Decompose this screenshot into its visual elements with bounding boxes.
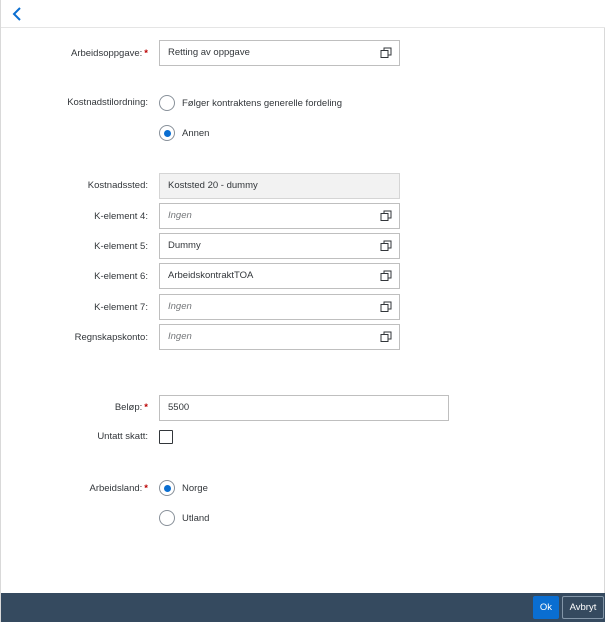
value-help-icon[interactable] bbox=[380, 301, 392, 313]
cancel-button[interactable]: Avbryt bbox=[562, 596, 604, 619]
k-element-5-label: K-element 5: bbox=[94, 241, 148, 252]
value-help-icon[interactable] bbox=[380, 240, 392, 252]
footer-toolbar: Ok Avbryt bbox=[1, 593, 605, 622]
arbeidsoppgave-label: Arbeidsoppgave: * bbox=[70, 48, 148, 59]
k-element-4-input[interactable]: Ingen bbox=[159, 203, 400, 229]
chevron-left-icon bbox=[12, 7, 21, 21]
k-element-7-input[interactable]: Ingen bbox=[159, 294, 400, 320]
k-element-4-label: K-element 4: bbox=[94, 211, 148, 222]
k-element-7-label: K-element 7: bbox=[94, 302, 148, 313]
kostnadssted-label: Kostnadssted: bbox=[87, 180, 148, 191]
arbeidsoppgave-input[interactable]: Retting av oppgave bbox=[159, 40, 400, 66]
radio-button[interactable] bbox=[159, 125, 175, 141]
arbeidsland-label: Arbeidsland: * bbox=[89, 483, 148, 494]
regnskapskonto-label: Regnskapskonto: bbox=[74, 332, 148, 343]
radio-folger-kontrakt[interactable]: Følger kontraktens generelle fordeling bbox=[159, 94, 342, 112]
radio-button[interactable] bbox=[159, 480, 175, 496]
kostnadstilordning-label: Kostnadstilordning: bbox=[67, 97, 148, 108]
untatt-skatt-label: Untatt skatt: bbox=[97, 431, 148, 442]
radio-button[interactable] bbox=[159, 95, 175, 111]
top-bar bbox=[1, 0, 605, 28]
radio-norge[interactable]: Norge bbox=[159, 479, 208, 497]
radio-button[interactable] bbox=[159, 510, 175, 526]
ok-button[interactable]: Ok bbox=[533, 596, 559, 619]
arbeidsoppgave-value: Retting av oppgave bbox=[168, 47, 250, 58]
k-element-6-label: K-element 6: bbox=[94, 271, 148, 282]
belop-input[interactable]: 5500 bbox=[159, 395, 449, 421]
kostnadssted-field: Koststed 20 - dummy bbox=[159, 173, 400, 199]
value-help-icon[interactable] bbox=[380, 47, 392, 59]
radio-annen[interactable]: Annen bbox=[159, 124, 209, 142]
dialog-frame: Arbeidsoppgave: * Retting av oppgave Kost… bbox=[0, 0, 605, 622]
back-button[interactable] bbox=[7, 4, 27, 24]
k-element-6-input[interactable]: ArbeidskontraktTOA bbox=[159, 263, 400, 289]
value-help-icon[interactable] bbox=[380, 210, 392, 222]
untatt-skatt-checkbox[interactable] bbox=[159, 430, 173, 444]
k-element-5-input[interactable]: Dummy bbox=[159, 233, 400, 259]
belop-label: Beløp: * bbox=[114, 402, 148, 413]
value-help-icon[interactable] bbox=[380, 331, 392, 343]
regnskapskonto-input[interactable]: Ingen bbox=[159, 324, 400, 350]
value-help-icon[interactable] bbox=[380, 270, 392, 282]
radio-utland[interactable]: Utland bbox=[159, 509, 209, 527]
